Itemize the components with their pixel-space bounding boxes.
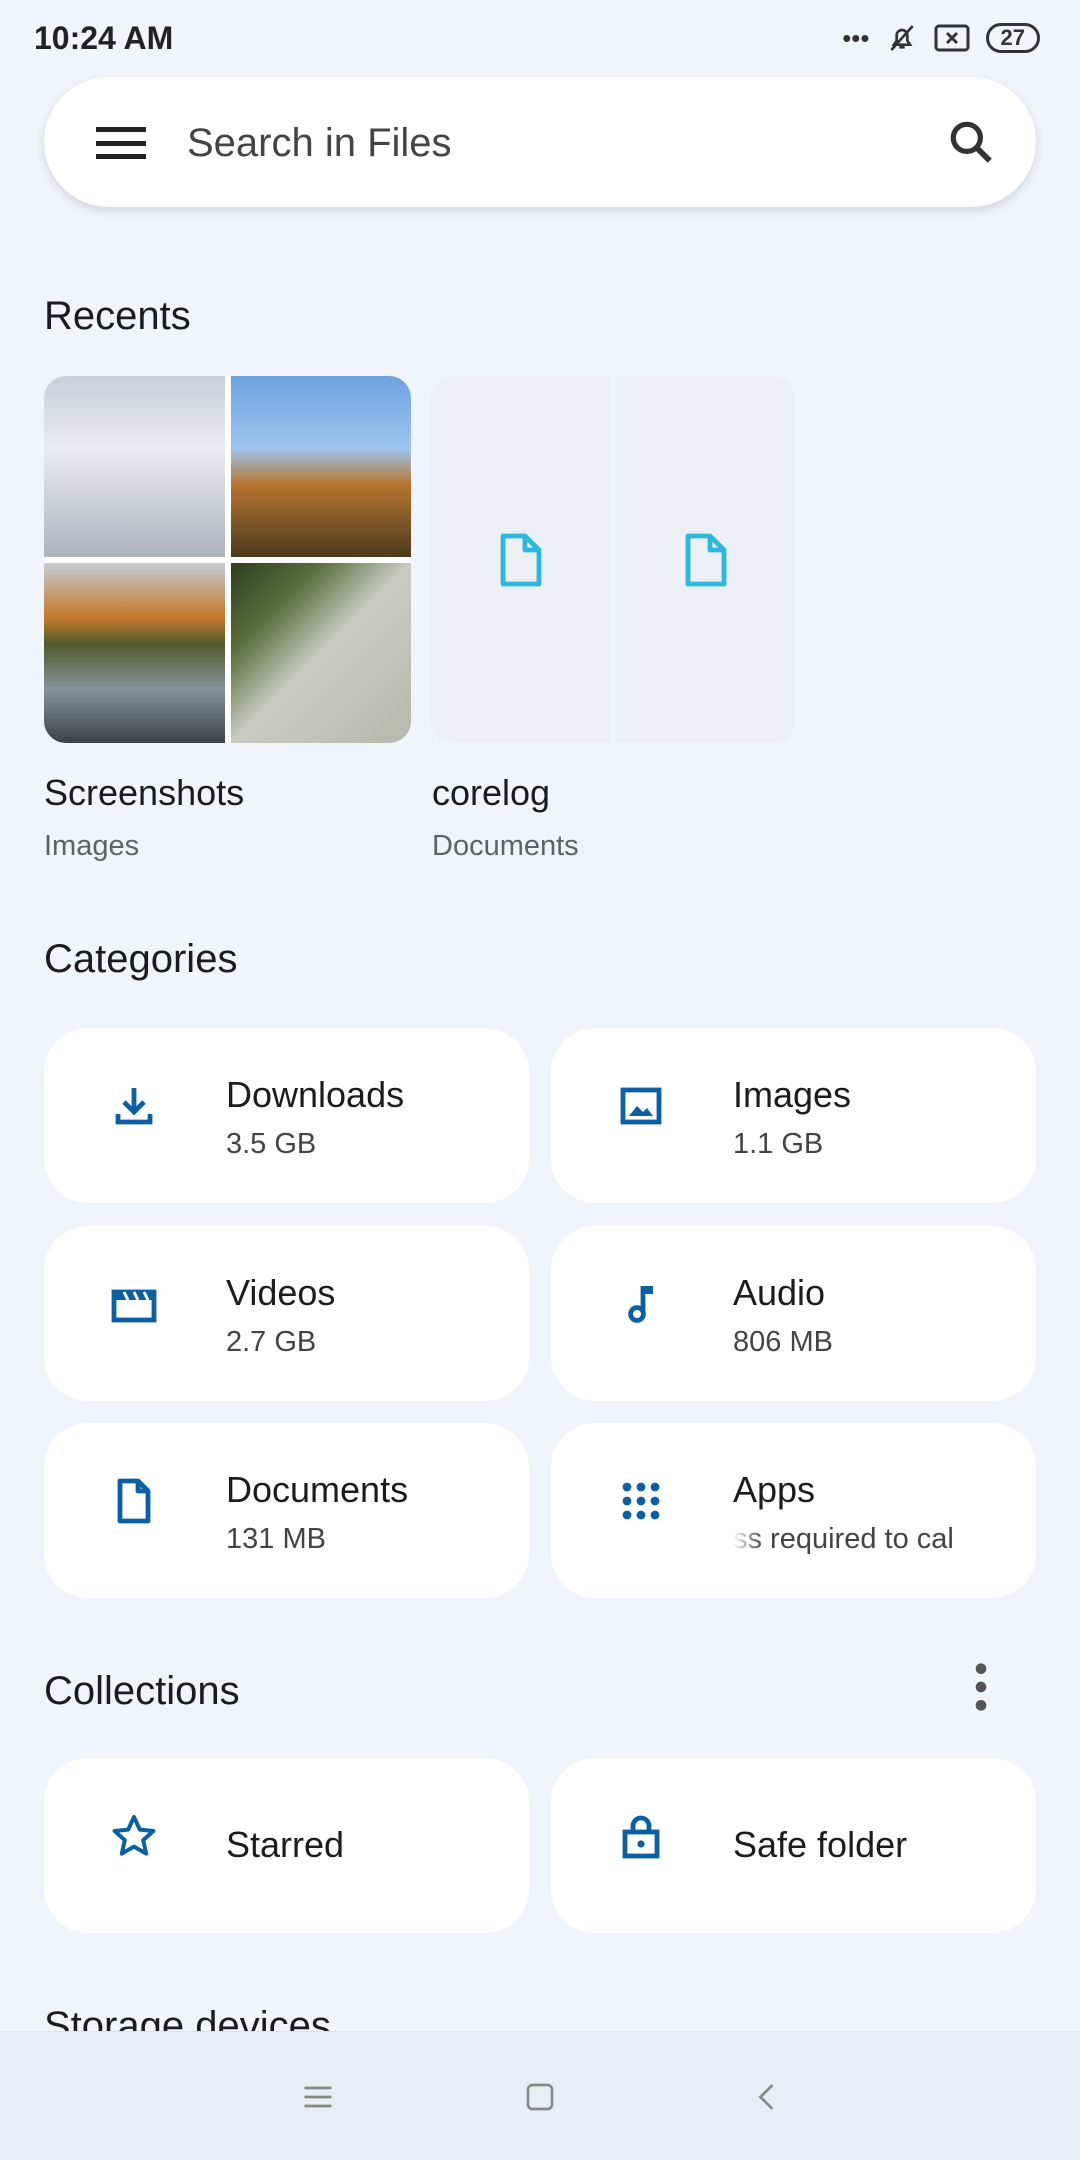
photo [230, 562, 411, 743]
category-apps[interactable]: Apps ss required to cal [551, 1423, 1036, 1598]
more-vert-icon[interactable] [966, 1662, 996, 1712]
category-videos[interactable]: Videos 2.7 GB [44, 1226, 529, 1401]
category-label: Downloads [226, 1074, 405, 1115]
more-dots-icon: ••• [842, 22, 870, 53]
back-nav-icon[interactable] [750, 2079, 786, 2115]
star-icon [112, 1815, 156, 1856]
category-label: Videos [226, 1272, 336, 1313]
apps-grid-icon [622, 1482, 660, 1520]
category-downloads[interactable]: Downloads 3.5 GB [44, 1028, 529, 1203]
recents-nav-icon[interactable] [300, 2079, 336, 2115]
search-icon[interactable] [946, 117, 996, 167]
collection-safe-folder[interactable]: Safe folder [551, 1758, 1036, 1933]
collection-label: Safe folder [733, 1824, 908, 1865]
document-icon [500, 533, 541, 586]
status-bar: 10:24 AM ••• 27 [0, 0, 1080, 75]
recent-name[interactable]: Screenshots [44, 772, 244, 814]
category-images[interactable]: Images 1.1 GB [551, 1028, 1036, 1203]
category-size: 1.1 GB [733, 1128, 824, 1160]
bell-off-icon [889, 25, 914, 51]
photo [44, 562, 225, 743]
photo [44, 376, 225, 557]
search-bar[interactable]: Search in Files [44, 77, 1036, 207]
video-icon [111, 1289, 157, 1323]
search-input[interactable]: Search in Files [187, 121, 452, 166]
category-label: Documents [226, 1469, 409, 1510]
category-size: ss required to cal [733, 1523, 954, 1555]
category-documents[interactable]: Documents 131 MB [44, 1423, 529, 1598]
menu-icon[interactable] [96, 127, 146, 159]
status-icons: ••• 27 [842, 22, 1040, 54]
sim-none-icon [934, 24, 970, 52]
category-size: 2.7 GB [226, 1326, 317, 1358]
photo [230, 376, 411, 557]
category-audio[interactable]: Audio 806 MB [551, 1226, 1036, 1401]
document-icon [685, 533, 726, 586]
categories-title: Categories [44, 937, 238, 981]
lock-icon [622, 1815, 660, 1859]
battery-icon: 27 [985, 23, 1040, 53]
collections-title: Collections [44, 1669, 240, 1713]
download-icon [115, 1088, 153, 1125]
category-label: Images [733, 1074, 852, 1115]
file-preview [616, 376, 795, 743]
category-size: 3.5 GB [226, 1128, 317, 1160]
recent-name[interactable]: corelog [432, 772, 550, 814]
collection-starred[interactable]: Starred [44, 1758, 529, 1933]
home-nav-icon[interactable] [522, 2079, 558, 2115]
recent-screenshots-thumbnail[interactable] [44, 376, 411, 743]
recent-type: Images [44, 830, 140, 862]
recent-corelog-thumbnail[interactable] [431, 376, 795, 743]
clock: 10:24 AM [34, 20, 174, 56]
document-icon [117, 1478, 151, 1524]
file-preview [431, 376, 610, 743]
category-label: Audio [733, 1272, 826, 1313]
recent-type: Documents [432, 830, 579, 862]
category-size: 806 MB [733, 1326, 833, 1358]
recents-title: Recents [44, 294, 191, 338]
collection-label: Starred [226, 1824, 345, 1865]
category-label: Apps [733, 1469, 816, 1510]
navigation-bar [0, 2031, 1080, 2160]
music-note-icon [628, 1286, 653, 1323]
image-icon [620, 1087, 662, 1125]
category-size: 131 MB [226, 1523, 326, 1555]
